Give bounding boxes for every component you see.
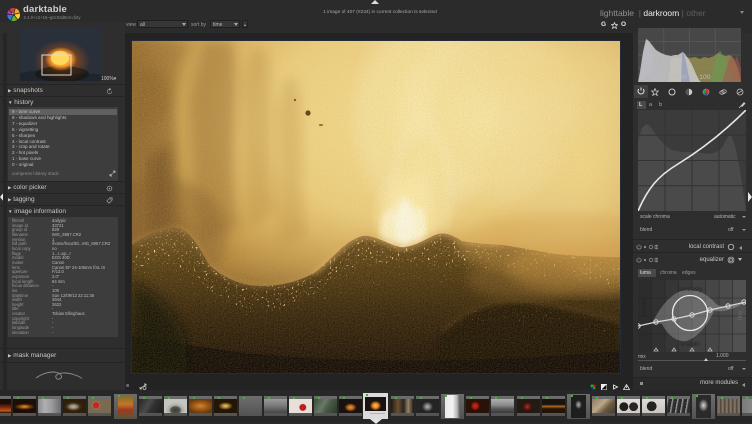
svg-text:contrasty: contrasty	[678, 287, 702, 293]
svg-text:coarse: coarse	[642, 297, 648, 316]
svg-text:fine: fine	[738, 310, 744, 320]
svg-text:2· f/13.0 84mm iso 100: 2· f/13.0 84mm iso 100	[641, 74, 711, 81]
svg-text:smooth: smooth	[680, 342, 700, 348]
